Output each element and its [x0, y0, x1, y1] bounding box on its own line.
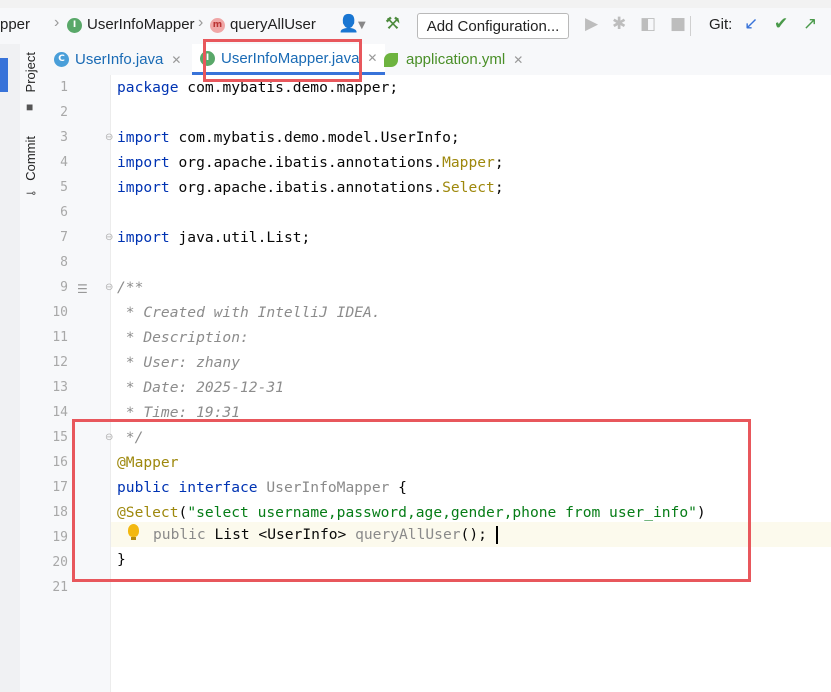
code-text: org.apache.ibatis.annotations.	[169, 179, 443, 196]
fold-marker-icon[interactable]: ⊖	[105, 225, 113, 250]
keyword: import	[117, 154, 170, 171]
line-number: 8	[60, 255, 68, 270]
fold-marker-icon[interactable]: ⊖	[105, 275, 113, 300]
tab-application-yml[interactable]: application.yml ✕	[384, 44, 523, 75]
toolbar-divider	[690, 16, 691, 36]
highlight-box-tab	[203, 39, 362, 82]
code-line-7: import java.util.List;	[117, 225, 310, 250]
commit-icon: ⊸	[26, 186, 37, 200]
line-number: 17	[52, 480, 68, 495]
line-number: 14	[52, 405, 68, 420]
stop-icon[interactable]: ■	[670, 14, 686, 34]
line-number: 1	[60, 80, 68, 95]
git-commit-icon[interactable]: ✔	[774, 14, 788, 34]
user-icon[interactable]: 👤	[338, 14, 359, 34]
code-line-3: import com.mybatis.demo.model.UserInfo;	[117, 125, 460, 150]
active-marker	[0, 58, 8, 92]
code-line-13: * Date: 2025-12-31	[117, 379, 284, 396]
line-number: 18	[52, 505, 68, 520]
code-line-11: * Description:	[117, 329, 249, 346]
code-line-12: * User: zhany	[117, 354, 241, 371]
code-text: org.apache.ibatis.annotations.	[169, 154, 443, 171]
code-line-5: import org.apache.ibatis.annotations.Sel…	[117, 175, 504, 200]
commit-tool-tab[interactable]: Commit	[23, 136, 38, 181]
line-number: 15	[52, 430, 68, 445]
line-number: 10	[52, 305, 68, 320]
keyword: package	[117, 79, 179, 96]
code-text: ;	[494, 179, 504, 196]
line-number: 5	[60, 180, 68, 195]
keyword: import	[117, 229, 170, 246]
line-number: 11	[52, 330, 68, 345]
class-icon: C	[54, 52, 69, 67]
code-line-10: * Created with IntelliJ IDEA.	[117, 304, 381, 321]
close-icon[interactable]: ✕	[513, 53, 523, 67]
spring-leaf-icon	[384, 52, 398, 67]
line-number: 19	[52, 530, 68, 545]
annotation-name: Mapper	[442, 154, 495, 171]
interface-icon: I	[67, 18, 82, 33]
add-configuration-button[interactable]: Add Configuration...	[417, 13, 569, 39]
close-icon[interactable]: ✕	[171, 53, 181, 67]
line-number: 13	[52, 380, 68, 395]
close-icon[interactable]: ✕	[367, 51, 377, 65]
chevron-right-icon: ›	[54, 14, 60, 31]
keyword: import	[117, 129, 170, 146]
chevron-right-icon: ›	[198, 14, 204, 31]
line-number: 16	[52, 455, 68, 470]
highlight-box-code	[72, 419, 751, 582]
run-icon[interactable]: ▶	[585, 14, 598, 34]
keyword: import	[117, 179, 170, 196]
rendered-doc-icon[interactable]: ☰	[77, 282, 88, 296]
method-icon: m	[210, 18, 225, 33]
project-tool-tab[interactable]: Project	[23, 52, 38, 92]
line-number: 6	[60, 205, 68, 220]
annotation-name: Select	[442, 179, 495, 196]
code-line-4: import org.apache.ibatis.annotations.Map…	[117, 150, 504, 175]
code-line-9: /**	[117, 279, 144, 296]
code-text: java.util.List;	[169, 229, 311, 246]
line-number: 21	[52, 580, 68, 595]
line-number: 3	[60, 130, 68, 145]
breadcrumb-item-package[interactable]: pper	[0, 16, 30, 33]
line-number: 7	[60, 230, 68, 245]
git-label: Git:	[709, 16, 733, 33]
tab-label: UserInfo.java	[75, 51, 164, 68]
line-number: 2	[60, 105, 68, 120]
breadcrumb-item-class[interactable]: UserInfoMapper	[87, 16, 195, 33]
breadcrumb-item-method[interactable]: queryAllUser	[230, 16, 316, 33]
tool-window-bar: Project ■ Commit ⊸	[20, 44, 45, 692]
left-edge-strip	[0, 44, 21, 692]
tab-label: application.yml	[406, 51, 506, 68]
code-text: com.mybatis.demo.model.UserInfo;	[169, 129, 460, 146]
git-update-icon[interactable]: ↙	[744, 14, 758, 34]
code-text: ;	[494, 154, 504, 171]
editor-tab-bar: C UserInfo.java ✕ I UserInfoMapper.java …	[44, 44, 831, 76]
navigation-toolbar: pper › I UserInfoMapper › m queryAllUser…	[0, 8, 831, 45]
tab-userinfo-java[interactable]: C UserInfo.java ✕	[54, 44, 181, 75]
git-push-icon[interactable]: ↗	[803, 14, 817, 34]
coverage-icon[interactable]: ◧	[640, 14, 656, 34]
folder-icon: ■	[26, 100, 34, 114]
debug-icon[interactable]: ✱	[612, 14, 626, 34]
line-number: 4	[60, 155, 68, 170]
line-number: 12	[52, 355, 68, 370]
line-number: 9	[60, 280, 68, 295]
line-number: 20	[52, 555, 68, 570]
build-hammer-icon[interactable]: ⚒	[385, 14, 400, 34]
chevron-down-icon[interactable]: ▼	[358, 20, 366, 31]
fold-marker-icon[interactable]: ⊖	[105, 125, 113, 150]
